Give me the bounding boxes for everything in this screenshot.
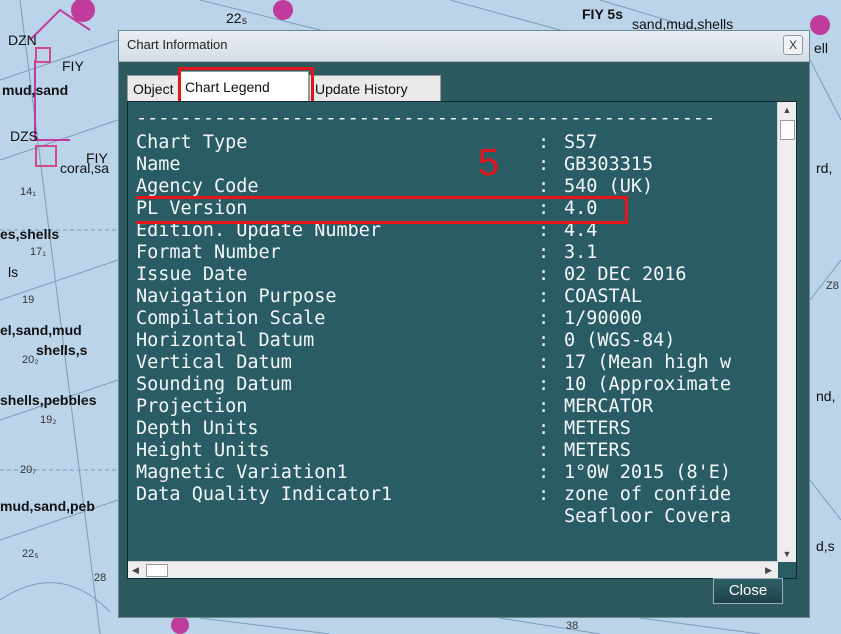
legend-content: ----------------------------------------… — [136, 108, 764, 556]
pl-version-highlight-box — [136, 196, 628, 224]
legend-key: Vertical Datum — [136, 352, 292, 373]
map-label: 14₁ — [20, 186, 36, 198]
legend-separator: : — [538, 132, 550, 153]
chart-information-dialog: Chart Information X Object Chart Legend … — [118, 30, 810, 618]
map-label: 22₅ — [226, 10, 248, 26]
legend-separator: : — [538, 396, 550, 417]
legend-value: COASTAL — [564, 286, 642, 307]
legend-key: Data Quality Indicator1 — [136, 484, 393, 505]
legend-separator: : — [538, 286, 550, 307]
close-icon[interactable]: X — [783, 35, 803, 55]
vertical-scrollbar[interactable]: ▲ ▼ — [777, 102, 796, 562]
legend-value: GB303315 — [564, 154, 654, 175]
legend-value: S57 — [564, 132, 598, 153]
map-label: el,sand,mud — [0, 322, 82, 338]
map-label: shells,pebbles — [0, 392, 97, 408]
legend-value: 1/90000 — [564, 308, 642, 329]
close-button[interactable]: Close — [713, 578, 783, 604]
legend-value: METERS — [564, 440, 631, 461]
legend-separator: : — [538, 418, 550, 439]
scroll-down-icon[interactable]: ▼ — [778, 546, 796, 562]
map-label: 20₇ — [20, 464, 37, 476]
legend-separator: : — [538, 308, 550, 329]
legend-separator: : — [538, 352, 550, 373]
scroll-up-icon[interactable]: ▲ — [778, 102, 796, 118]
scroll-right-icon[interactable]: ▶ — [765, 562, 772, 578]
legend-key: Chart Type — [136, 132, 248, 153]
legend-separator: : — [538, 462, 550, 483]
dialog-title: Chart Information — [127, 37, 228, 52]
legend-value: MERCATOR — [564, 396, 654, 417]
map-label: DZN — [8, 32, 37, 48]
legend-key: Navigation Purpose — [136, 286, 337, 307]
map-label: mud,sand,peb — [0, 498, 95, 514]
legend-key: Issue Date — [136, 264, 248, 285]
map-label: Z8 — [826, 280, 839, 292]
legend-key: Depth Units — [136, 418, 259, 439]
legend-value: 1°0W 2015 (8'E) — [564, 462, 732, 483]
horizontal-scrollbar[interactable]: ◀ ▶ — [128, 561, 778, 578]
tab-object[interactable]: Object — [127, 75, 179, 101]
map-label: mud,sand — [2, 82, 69, 98]
legend-value: 3.1 — [564, 242, 598, 263]
legend-key: Sounding Datum — [136, 374, 292, 395]
legend-key: Format Number — [136, 242, 281, 263]
legend-separator: : — [538, 154, 550, 175]
legend-value: METERS — [564, 418, 631, 439]
legend-separator: : — [538, 264, 550, 285]
map-label: d,s — [816, 538, 835, 554]
legend-separator: : — [538, 330, 550, 351]
map-label: rd, — [816, 160, 833, 176]
legend-panel: ----------------------------------------… — [127, 101, 797, 579]
map-label: es,shells — [0, 226, 60, 242]
legend-separator: : — [538, 374, 550, 395]
map-label: FIY 5s — [582, 6, 623, 22]
legend-separator: : — [538, 242, 550, 263]
map-label: 38 — [566, 620, 579, 632]
legend-key: Agency Code — [136, 176, 259, 197]
map-label: 20₂ — [22, 354, 39, 366]
legend-value: zone of confide — [564, 484, 732, 505]
legend-key: Magnetic Variation1 — [136, 462, 348, 483]
map-label: 28 — [94, 572, 107, 584]
legend-key: Name — [136, 154, 181, 175]
legend-separator: : — [538, 440, 550, 461]
legend-value: 540 (UK) — [564, 176, 654, 197]
map-label: 22₅ — [22, 548, 39, 560]
legend-value: 10 (Approximate — [564, 374, 732, 395]
vertical-scroll-thumb[interactable] — [780, 120, 795, 140]
map-label: 17₁ — [30, 246, 46, 258]
map-label: DZS — [10, 128, 38, 144]
scroll-left-icon[interactable]: ◀ — [132, 562, 139, 578]
legend-value: 17 (Mean high w — [564, 352, 732, 373]
legend-key: Horizontal Datum — [136, 330, 315, 351]
horizontal-scroll-thumb[interactable] — [146, 564, 168, 577]
legend-value: 0 (WGS-84) — [564, 330, 676, 351]
map-label: ls — [8, 264, 19, 280]
legend-separator: : — [538, 484, 550, 505]
map-label: coral,sa — [60, 160, 110, 176]
legend-separator: : — [538, 176, 550, 197]
map-label: FIY — [62, 58, 84, 74]
map-label: 19₂ — [40, 414, 57, 426]
legend-key: Compilation Scale — [136, 308, 326, 329]
annotation-number: 5 — [478, 142, 500, 184]
legend-value: Seafloor Covera — [564, 506, 732, 527]
legend-value: 02 DEC 2016 — [564, 264, 687, 285]
legend-key: Height Units — [136, 440, 270, 461]
map-label: nd, — [816, 388, 836, 404]
tab-highlight-box — [178, 67, 314, 104]
dialog-title-bar[interactable]: Chart Information X — [119, 31, 809, 62]
tab-update-history[interactable]: Update History — [309, 75, 441, 101]
legend-key: Projection — [136, 396, 248, 417]
separator-line: ----------------------------------------… — [136, 108, 716, 129]
map-label: shells,s — [36, 342, 88, 358]
map-label: 19 — [22, 294, 35, 306]
map-label: ell — [814, 40, 829, 56]
